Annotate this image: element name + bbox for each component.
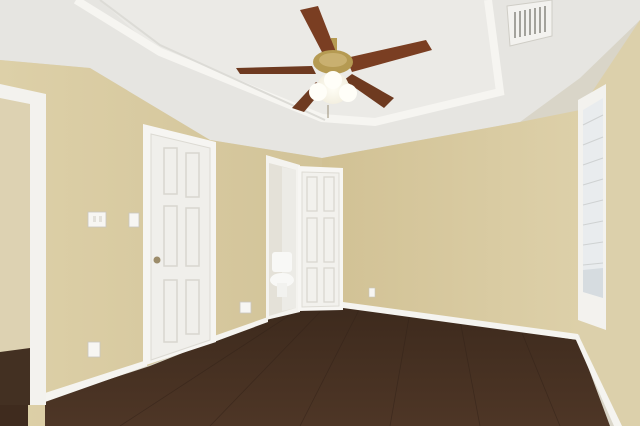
closet-door[interactable] [143, 124, 216, 366]
bedroom-scene [0, 0, 640, 426]
light-switch-icon[interactable] [128, 212, 140, 228]
outlet-icon [368, 287, 376, 298]
outlet-icon [239, 301, 252, 314]
door-knob-icon[interactable] [153, 256, 161, 264]
light-switch-icon[interactable] [87, 211, 107, 228]
left-doorway[interactable] [0, 84, 46, 405]
bathroom-door[interactable] [298, 166, 343, 311]
bathroom-doorway[interactable] [266, 155, 300, 320]
window[interactable] [578, 84, 606, 330]
outlet-icon [87, 341, 101, 358]
